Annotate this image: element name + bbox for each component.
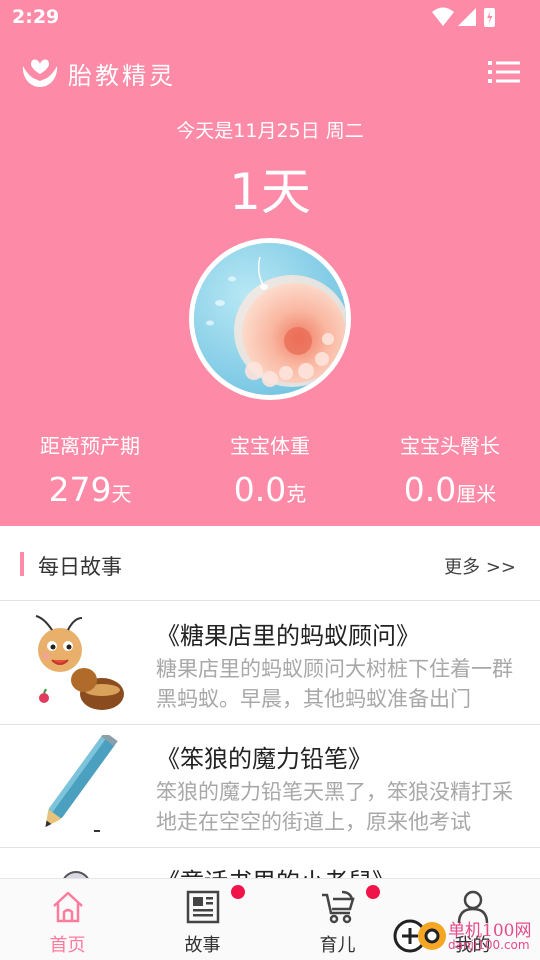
nav-label: 育儿 <box>319 935 356 956</box>
stat-label: 距离预产期 <box>40 434 140 458</box>
more-stories-link[interactable]: 更多 >> <box>444 553 516 579</box>
wifi-icon <box>432 7 454 26</box>
nav-label: 故事 <box>184 935 221 956</box>
notification-badge <box>231 885 245 899</box>
stat-due-date: 距离预产期 279天 <box>0 430 180 509</box>
nav-label: 首页 <box>49 935 86 956</box>
menu-list-icon[interactable] <box>486 56 522 88</box>
pencil-illustration <box>45 735 118 832</box>
stat-unit: 厘米 <box>456 482 497 506</box>
stat-unit: 天 <box>111 482 132 506</box>
stat-value: 279 <box>48 470 112 509</box>
story-title: 《糖果店里的蚂蚁顾问》 <box>156 622 420 650</box>
stat-crown-rump-length: 宝宝头臀长 0.0厘米 <box>360 430 540 509</box>
nav-tab-parenting[interactable]: 育儿 <box>270 879 405 960</box>
hero-panel: 2:29 胎教精灵 今天是11月25日 周二 1天 距离预产期 279天 宝宝体… <box>0 0 540 526</box>
status-bar: 2:29 <box>0 0 540 36</box>
mouse-illustration <box>63 871 89 878</box>
app-title: 胎教精灵 <box>68 62 176 90</box>
stat-label: 宝宝体重 <box>230 434 310 458</box>
stroller-icon <box>322 890 355 924</box>
status-time: 2:29 <box>12 6 60 28</box>
daily-stories-section: 每日故事 更多 >> 《糖果店里的蚂蚁顾问》 糖果店里的蚂蚁顾问大树桩下住着一群… <box>0 526 540 878</box>
stat-value: 0.0 <box>233 470 287 509</box>
stat-value: 0.0 <box>403 470 457 509</box>
watermark-url: danji100.com <box>448 938 530 952</box>
signal-icon <box>458 8 476 26</box>
embryo-illustration <box>189 238 351 400</box>
app-header: 胎教精灵 <box>0 48 540 96</box>
ant-illustration <box>35 615 124 710</box>
logo-icon <box>22 59 58 87</box>
section-accent-bar <box>20 552 24 576</box>
story-item[interactable]: 《童话书里的小老鼠》 <box>0 848 540 878</box>
stat-label: 宝宝头臀长 <box>400 434 500 458</box>
pregnancy-day-count: 1天 <box>229 163 311 221</box>
stat-unit: 克 <box>286 482 307 506</box>
story-summary: 糖果店里的蚂蚁顾问大树桩下住着一群黑蚂蚁。早晨，其他蚂蚁准备出门 <box>156 657 513 711</box>
nav-tab-stories[interactable]: 故事 <box>135 879 270 960</box>
daily-stories-header: 每日故事 更多 >> <box>0 526 540 601</box>
nav-tab-home[interactable]: 首页 <box>0 879 135 960</box>
story-item[interactable]: 《糖果店里的蚂蚁顾问》 糖果店里的蚂蚁顾问大树桩下住着一群黑蚂蚁。早晨，其他蚂蚁… <box>0 602 540 725</box>
date-line: 今天是11月25日 周二 <box>176 120 364 142</box>
home-icon <box>53 891 83 923</box>
story-title: 《童话书里的小老鼠》 <box>156 862 396 878</box>
newspaper-icon <box>186 890 220 924</box>
status-icons <box>432 7 495 27</box>
story-title: 《笨狼的魔力铅笔》 <box>156 745 372 773</box>
site-watermark: 单机100网 danji100.com <box>390 912 540 960</box>
watermark-logo-icon <box>393 919 446 953</box>
notification-badge <box>366 885 380 899</box>
stat-baby-weight: 宝宝体重 0.0克 <box>180 430 360 509</box>
story-summary: 笨狼的魔力铅笔天黑了，笨狼没精打采地走在空空的街道上，原来他考试 <box>156 780 513 834</box>
section-title: 每日故事 <box>38 555 122 579</box>
story-item[interactable]: 《笨狼的魔力铅笔》 笨狼的魔力铅笔天黑了，笨狼没精打采地走在空空的街道上，原来他… <box>0 725 540 848</box>
